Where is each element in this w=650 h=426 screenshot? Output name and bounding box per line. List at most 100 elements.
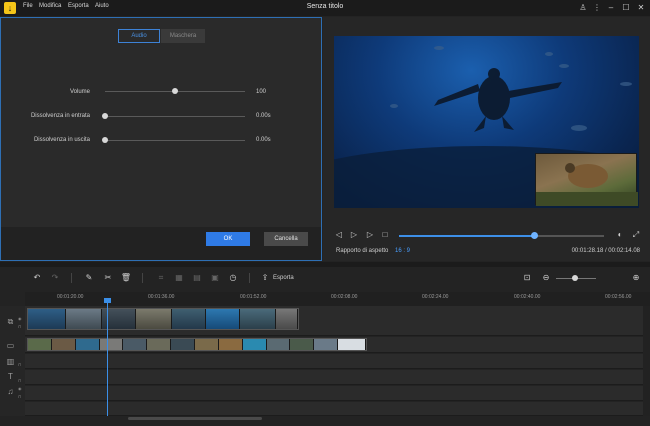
next-frame-icon[interactable]: ▷ [365, 230, 375, 240]
track-lock-icon[interactable]: ⊓ [18, 394, 21, 399]
ruler-tick: 00:02:40.00 [514, 294, 541, 300]
clip-thumbnail [314, 339, 339, 350]
green-screen-icon[interactable]: ▣ [209, 272, 221, 284]
freeze-icon[interactable]: ▤ [191, 272, 203, 284]
ruler-tick: 00:02:56.00 [605, 294, 632, 300]
mosaic-icon[interactable]: ▦ [173, 272, 185, 284]
stop-icon[interactable]: □ [380, 230, 390, 240]
video-clip[interactable] [27, 338, 367, 351]
text-track[interactable] [25, 370, 643, 385]
track-visibility-icon[interactable]: ◉ [18, 386, 22, 391]
play-icon[interactable]: ▷ [349, 230, 359, 240]
playback-progress-fill [399, 235, 535, 237]
fade-in-slider-thumb[interactable] [102, 113, 108, 119]
clip-thumbnail [99, 339, 124, 350]
clip-thumbnail [51, 339, 76, 350]
volume-icon[interactable]: ◐ [615, 230, 625, 240]
timeline-horizontal-scrollbar[interactable] [128, 417, 262, 420]
prev-frame-icon[interactable]: ◁ [334, 230, 344, 240]
clip-thumbnail [75, 339, 100, 350]
picture-in-picture-overlay[interactable] [535, 153, 638, 206]
tab-audio[interactable]: Audio [118, 29, 160, 43]
undo-icon[interactable]: ↶ [31, 272, 43, 284]
clip-thumbnail [172, 309, 206, 329]
tortoise-image [536, 163, 638, 206]
tab-maschera[interactable]: Maschera [161, 29, 205, 43]
delete-icon[interactable]: 🗑 [120, 272, 132, 284]
toolbar-separator [71, 273, 72, 283]
aspect-ratio-value[interactable]: 16 : 9 [395, 248, 410, 254]
fade-in-slider-track[interactable] [105, 116, 245, 117]
fade-out-value: 0.00s [256, 137, 271, 143]
clip-thumbnail [28, 309, 66, 329]
clip-thumbnail [338, 339, 366, 350]
fade-in-value: 0.00s [256, 113, 271, 119]
close-icon[interactable]: ✕ [635, 2, 647, 14]
volume-value: 100 [256, 89, 267, 95]
track-lock-icon[interactable]: ⊓ [18, 362, 21, 367]
edit-pencil-icon[interactable]: ✎ [83, 272, 95, 284]
video-track-icon: ▭ [6, 341, 15, 350]
clip-thumbnail [242, 339, 267, 350]
toolbar-separator [142, 273, 143, 283]
toolbar-separator [249, 273, 250, 283]
zoom-in-icon[interactable]: ⊕ [630, 272, 642, 284]
ruler-tick: 00:01:20.00 [57, 294, 84, 300]
more-icon[interactable]: ⋮ [591, 2, 603, 14]
pip-clip[interactable] [27, 308, 299, 330]
cancel-button[interactable]: Cancella [264, 232, 308, 246]
fit-timeline-icon[interactable]: ⊡ [521, 272, 533, 284]
volume-slider-thumb[interactable] [172, 88, 178, 94]
track-visibility-icon[interactable]: ◉ [18, 316, 22, 321]
maximize-icon[interactable]: ☐ [620, 2, 632, 14]
fade-out-slider-thumb[interactable] [102, 137, 108, 143]
playhead[interactable] [107, 300, 108, 416]
edit-toolbar [0, 267, 650, 291]
clip-thumbnail [28, 339, 52, 350]
fade-out-slider-track[interactable] [105, 140, 245, 141]
empty-track[interactable] [25, 402, 643, 416]
music-track-icon: ♫ [7, 387, 14, 396]
aspect-ratio-label: Rapporto di aspetto [336, 248, 389, 254]
clip-thumbnail [290, 339, 315, 350]
fullscreen-icon[interactable]: ⤢ [631, 230, 641, 240]
clip-thumbnail [136, 309, 172, 329]
window-title: Senza titolo [306, 3, 344, 10]
redo-icon[interactable]: ↷ [49, 272, 61, 284]
clip-thumbnail [206, 309, 240, 329]
app-window: ↓ File Modifica Esporta Aiuto Senza tito… [0, 0, 650, 426]
ruler-tick: 00:02:08.00 [331, 294, 358, 300]
playhead-handle[interactable] [104, 298, 111, 303]
filter-track-icon: ▥ [6, 357, 15, 366]
crop-icon[interactable]: ⌗ [155, 272, 167, 284]
ok-button[interactable]: OK [206, 232, 250, 246]
zoom-slider-thumb[interactable] [572, 275, 578, 281]
timecode: 00:01:28.18 / 00:02:14.08 [571, 248, 640, 254]
clip-thumbnail [276, 309, 298, 329]
minimize-icon[interactable]: – [605, 2, 617, 14]
track-lock-icon[interactable]: ⊓ [18, 324, 21, 329]
volume-label: Volume [69, 89, 90, 95]
pip-track-icon: ⧉ [7, 317, 14, 326]
scissors-icon[interactable]: ✂ [102, 272, 114, 284]
fade-in-label: Dissolvenza in entrata [30, 113, 90, 119]
filter-track[interactable] [25, 354, 643, 369]
clip-thumbnail [195, 339, 219, 350]
clip-thumbnail [66, 309, 102, 329]
export-icon[interactable]: ⇪ [259, 272, 271, 284]
clip-thumbnail [147, 339, 172, 350]
account-icon[interactable]: ♙ [577, 2, 589, 14]
ruler-tick: 00:02:24.00 [422, 294, 449, 300]
clip-thumbnail [266, 339, 291, 350]
clip-thumbnail [171, 339, 196, 350]
export-button[interactable]: Esporta [273, 275, 294, 281]
clip-thumbnail [240, 309, 276, 329]
timeline-vertical-scrollbar[interactable] [643, 306, 650, 416]
music-track[interactable] [25, 386, 643, 401]
fade-out-label: Dissolvenza in uscita [33, 137, 90, 143]
track-lock-icon[interactable]: ⊓ [18, 378, 21, 383]
clip-thumbnail [218, 339, 243, 350]
clip-thumbnail [123, 339, 148, 350]
zoom-out-icon[interactable]: ⊖ [540, 272, 552, 284]
duration-clock-icon[interactable]: ◷ [227, 272, 239, 284]
